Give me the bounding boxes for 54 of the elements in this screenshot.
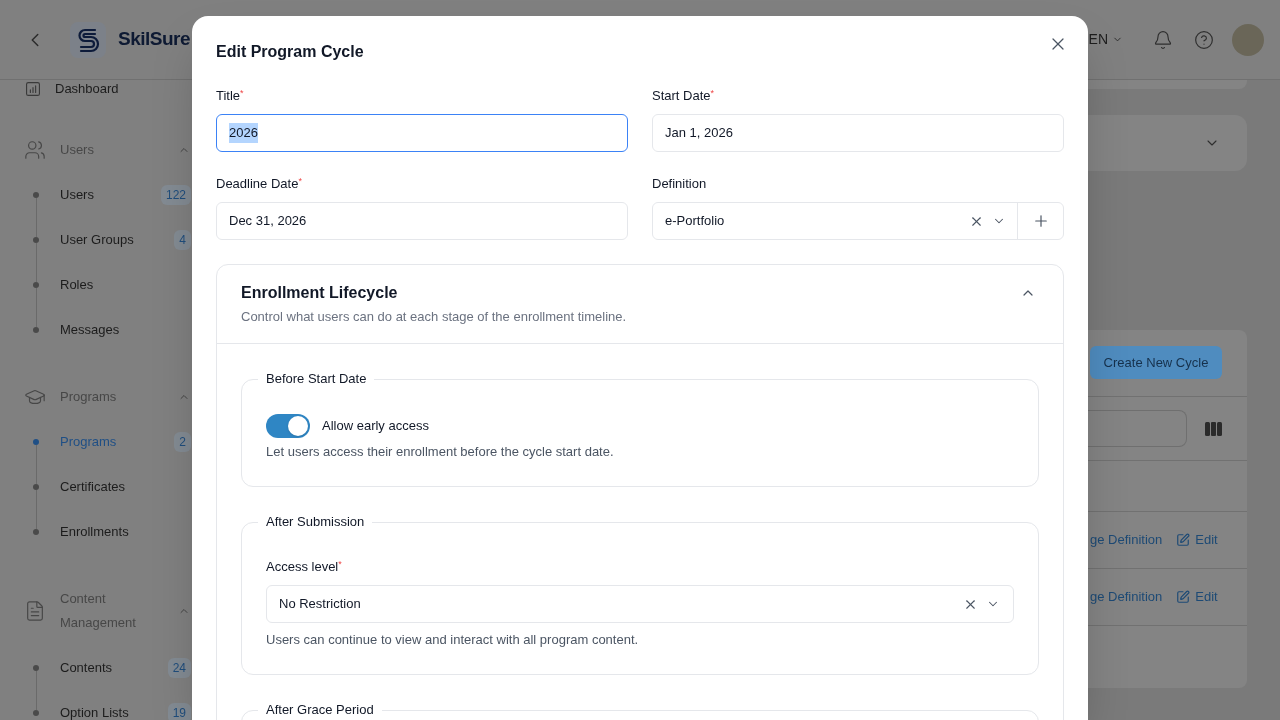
edit-link[interactable]: Edit [1176,530,1218,550]
section-legend: After Submission [266,514,365,529]
sidebar-item[interactable]: Dashboard [0,81,192,96]
section-description: Let users access their enrollment before the cycle start date. [266,443,614,461]
count-badge: 24 [167,657,191,678]
language-selector[interactable]: EN [1088,29,1123,50]
field-label: Deadline Date$^{*}$ [216,174,302,193]
input-field[interactable]: 2026 [216,114,628,152]
definition-link[interactable]: ge Definition [1090,587,1163,607]
sidebar-group-header[interactable]: Programs [0,374,192,419]
sidebar-item[interactable]: Users 122 [0,172,192,217]
panel-subtitle: Control what users can do at each stage of the enrollment timeline. [241,308,627,326]
edit-icon [1176,533,1191,547]
toggle-switch[interactable] [266,414,310,438]
document-icon [24,599,46,622]
bar-chart-icon [26,81,40,96]
sidebar-item[interactable]: Certificates [0,464,192,509]
count-badge: 2 [174,431,191,452]
sidebar-item[interactable]: Option Lists 19 [0,690,192,720]
select-field[interactable]: No Restriction [266,585,1014,623]
edit-link[interactable]: Edit [1176,587,1218,607]
logo-text: SkilSure [118,27,191,52]
section-legend: Before Start Date [266,371,367,386]
count-badge: 19 [167,702,191,720]
edit-icon [1176,590,1191,604]
sidebar-item[interactable]: Messages [0,307,192,352]
bell-icon[interactable] [1153,29,1173,50]
create-button[interactable]: Create New Cycle [1090,346,1222,379]
field-label: Title$^{*}$ [216,86,244,105]
count-badge: 4 [174,229,191,250]
count-badge: 122 [160,184,191,205]
section-legend: After Grace Period [266,702,374,717]
field-label: Definition [652,175,707,193]
dialog-title: Edit Program Cycle [216,42,364,62]
sidebar-item[interactable]: Roles [0,262,192,307]
field-label: Access level$^{*}$ [266,557,342,576]
input-field[interactable]: Dec 31, 2026 [216,202,628,240]
definition-link[interactable]: ge Definition [1090,530,1163,550]
sidebar-group-header[interactable]: Content Management [0,576,192,645]
help-icon[interactable] [1194,29,1214,50]
sidebar-item[interactable]: Contents 24 [0,645,192,690]
field-label: Start Date$^{*}$ [652,86,715,105]
users-icon [24,138,46,161]
sidebar-item[interactable]: User Groups 4 [0,217,192,262]
sidebar-item[interactable]: Enrollments [0,509,192,554]
input-field[interactable]: Jan 1, 2026 [652,114,1064,152]
section-description: Users can continue to view and interact with all program content. [266,631,639,649]
sidebar-group-header[interactable]: Users [0,127,192,172]
toggle-label: Allow early access [322,417,429,436]
select-field[interactable]: e-Portfolio [653,203,1017,239]
panel-title: Enrollment Lifecycle [241,283,398,303]
logo-icon [70,21,106,58]
sidebar-item[interactable]: Programs 2 [0,419,192,464]
columns-icon[interactable] [1205,421,1222,436]
